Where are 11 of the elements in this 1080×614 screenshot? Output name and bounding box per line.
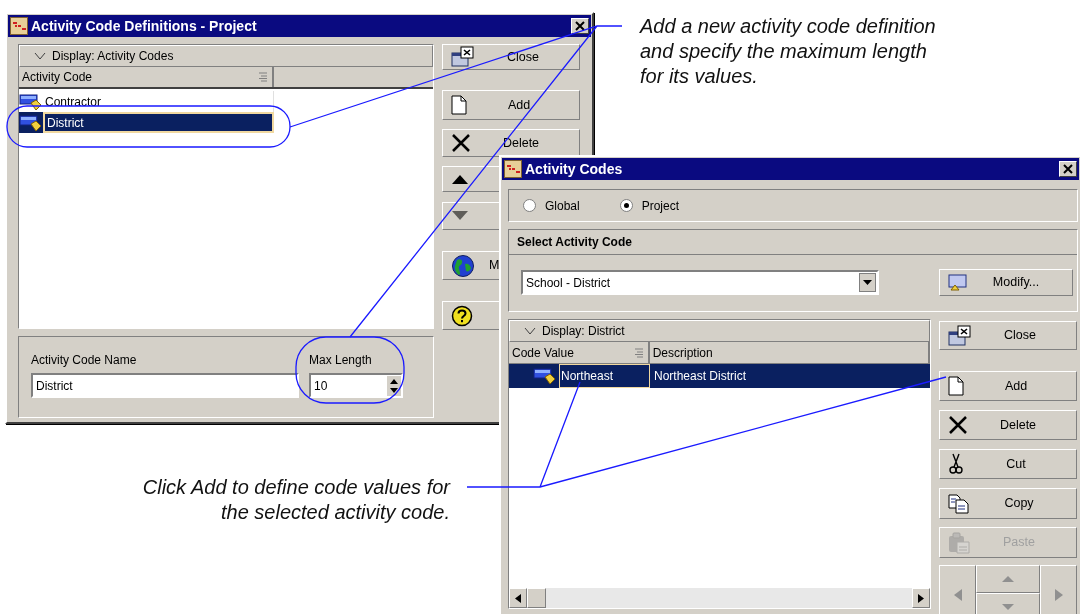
- field-label: Activity Code Name: [31, 352, 138, 369]
- callout-text: Add a new activity code definition and specify the maximum length for its values.: [640, 14, 937, 89]
- window-title: Activity Code Definitions - Project: [31, 16, 258, 36]
- display-label: Display: District: [542, 323, 625, 340]
- field-label: Max Length: [309, 352, 373, 369]
- table-cell: Northeast: [559, 364, 650, 388]
- display-label: Display: Activity Codes: [52, 48, 174, 65]
- section-title: Select Activity Code: [517, 234, 632, 251]
- callout-text: Click Add to define code values for the selected activity code.: [141, 475, 450, 525]
- window-title: Activity Codes: [525, 159, 624, 179]
- table-cell-text: Northeast District: [653, 368, 748, 385]
